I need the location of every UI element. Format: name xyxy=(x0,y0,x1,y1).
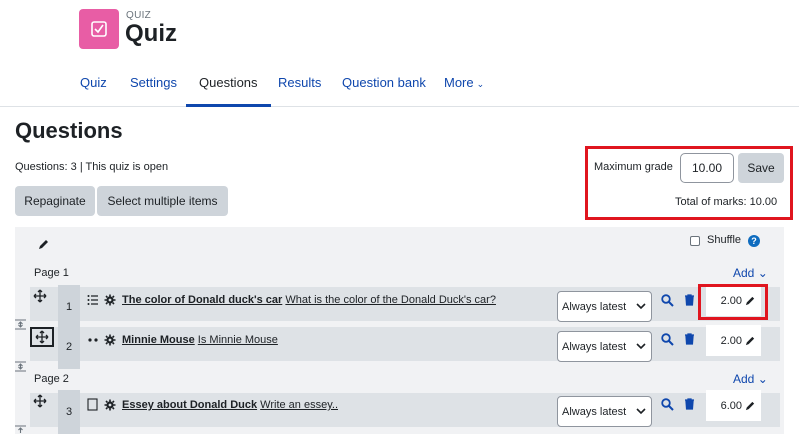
max-mark-highlight xyxy=(698,284,768,320)
chevron-down-icon xyxy=(636,408,646,415)
move-icon[interactable] xyxy=(33,289,47,303)
page-1-label: Page 1 xyxy=(34,267,69,279)
max-mark-field[interactable]: 2.00 xyxy=(706,325,761,356)
gear-icon xyxy=(104,334,116,346)
preview-magnifier-icon[interactable] xyxy=(661,294,674,307)
multiple-choice-icon xyxy=(87,295,98,305)
question-text: Is Minnie Mouse xyxy=(197,334,278,346)
gear-icon xyxy=(104,294,116,306)
max-mark-value: 6.00 xyxy=(720,399,742,412)
total-marks: Total of marks: 10.00 xyxy=(675,196,778,208)
move-icon-focused[interactable] xyxy=(30,327,54,347)
page-break-icon[interactable] xyxy=(14,424,27,434)
shuffle-checkbox[interactable] xyxy=(690,236,700,246)
chevron-down-icon xyxy=(636,303,646,310)
chevron-down-icon: ⌄ xyxy=(757,372,768,386)
essay-icon xyxy=(87,398,98,411)
question-number: 2 xyxy=(58,325,80,369)
tab-quiz[interactable]: Quiz xyxy=(80,75,107,107)
version-value: Always latest xyxy=(562,340,627,353)
true-false-icon xyxy=(88,338,98,342)
question-link[interactable]: The color of Donald duck's car What is t… xyxy=(122,294,496,306)
question-name: Essey about Donald Duck xyxy=(122,399,258,411)
page-title: Questions xyxy=(15,118,123,143)
move-icon xyxy=(35,330,49,344)
question-name: The color of Donald duck's car xyxy=(122,294,283,306)
secondary-navigation: Quiz Settings Questions Results Question… xyxy=(0,64,799,107)
chevron-down-icon xyxy=(636,343,646,350)
max-mark-value: 2.00 xyxy=(720,334,742,347)
move-icon[interactable] xyxy=(33,394,47,408)
question-link[interactable]: Minnie Mouse Is Minnie Mouse xyxy=(122,334,278,346)
tab-more[interactable]: More ⌄ xyxy=(444,75,484,107)
repaginate-button[interactable]: Repaginate xyxy=(15,186,95,216)
tab-questions[interactable]: Questions xyxy=(186,75,271,107)
version-select[interactable]: Always latest xyxy=(557,291,652,322)
delete-trash-icon[interactable] xyxy=(684,294,695,306)
quiz-checkbox-icon xyxy=(91,21,107,37)
tab-results[interactable]: Results xyxy=(278,75,321,107)
preview-magnifier-icon[interactable] xyxy=(661,333,674,346)
add-label: Add xyxy=(733,266,755,280)
add-question-page-1[interactable]: Add ⌄ xyxy=(733,266,768,280)
version-value: Always latest xyxy=(562,300,627,313)
delete-trash-icon[interactable] xyxy=(684,398,695,410)
version-select[interactable]: Always latest xyxy=(557,331,652,362)
save-button[interactable]: Save xyxy=(738,153,784,183)
question-text: What is the color of the Donald Duck's c… xyxy=(285,294,496,306)
version-value: Always latest xyxy=(562,405,627,418)
question-number: 3 xyxy=(58,390,80,434)
gear-icon xyxy=(104,399,116,411)
question-number: 1 xyxy=(58,285,80,329)
quiz-icon xyxy=(79,9,119,49)
help-icon[interactable]: ? xyxy=(748,235,760,247)
tab-more-label: More xyxy=(444,75,474,90)
preview-magnifier-icon[interactable] xyxy=(661,398,674,411)
chevron-down-icon: ⌄ xyxy=(476,79,485,89)
shuffle-label: Shuffle xyxy=(707,234,742,246)
edit-pencil-icon[interactable] xyxy=(38,238,50,250)
question-text: Write an essey.. xyxy=(260,399,338,411)
tab-settings[interactable]: Settings xyxy=(130,75,177,107)
max-mark-field[interactable]: 6.00 xyxy=(706,390,761,421)
tab-question-bank[interactable]: Question bank xyxy=(342,75,426,107)
edit-mark-pencil-icon[interactable] xyxy=(745,335,756,346)
chevron-down-icon: ⌄ xyxy=(757,266,768,280)
add-label: Add xyxy=(733,372,755,386)
delete-trash-icon[interactable] xyxy=(684,333,695,345)
select-multiple-button[interactable]: Select multiple items xyxy=(97,186,228,216)
question-link[interactable]: Essey about Donald Duck Write an essey.. xyxy=(122,399,338,411)
activity-title: Quiz xyxy=(125,20,177,47)
edit-mark-pencil-icon[interactable] xyxy=(745,400,756,411)
maximum-grade-input[interactable]: 10.00 xyxy=(680,153,734,183)
maximum-grade-label: Maximum grade xyxy=(594,161,673,173)
page-2-label: Page 2 xyxy=(34,373,69,385)
quiz-status: Questions: 3 | This quiz is open xyxy=(15,161,169,173)
page-break-icon[interactable] xyxy=(14,318,27,331)
page-break-icon[interactable] xyxy=(14,360,27,373)
add-question-page-2[interactable]: Add ⌄ xyxy=(733,372,768,386)
question-name: Minnie Mouse xyxy=(122,334,195,346)
version-select[interactable]: Always latest xyxy=(557,396,652,427)
